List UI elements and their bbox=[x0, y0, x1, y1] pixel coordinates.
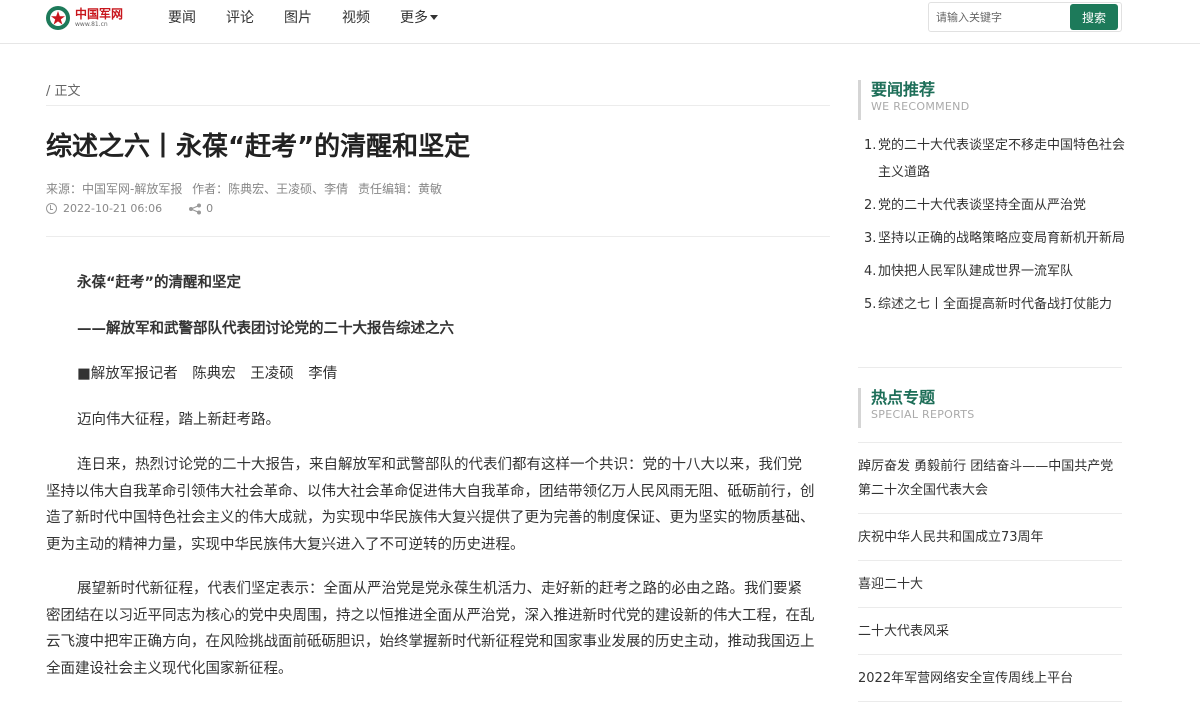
article-author: 作者：陈典宏、王凌硕、李倩 bbox=[192, 182, 349, 196]
list-item-number: 5. bbox=[864, 297, 877, 312]
divider bbox=[46, 236, 830, 237]
search-input[interactable] bbox=[929, 3, 1069, 31]
recommend-subtitle: WE RECOMMEND bbox=[871, 100, 970, 113]
article-meta-secondary: 2022-10-21 06:06 0 bbox=[46, 202, 213, 215]
special-item[interactable]: 2022年军营网络安全宣传周线上平台 bbox=[858, 655, 1122, 702]
article-date: 2022-10-21 06:06 bbox=[63, 202, 163, 215]
list-item-link[interactable]: 党的二十大代表谈坚持全面从严治党 bbox=[878, 192, 1126, 219]
top-navbar: 中国军网 www.81.cn 要闻 评论 图片 视频 更多 搜索 bbox=[0, 0, 1200, 44]
list-item[interactable]: 1. 党的二十大代表谈坚定不移走中国特色社会主义道路 bbox=[864, 132, 1126, 186]
special-item[interactable]: 二十大代表风采 bbox=[858, 608, 1122, 655]
site-logo[interactable]: 中国军网 www.81.cn bbox=[44, 4, 134, 32]
share-icon[interactable] bbox=[188, 203, 202, 215]
special-list: 踔厉奋发 勇毅前行 团结奋斗——中国共产党第二十次全国代表大会 庆祝中华人民共和… bbox=[858, 443, 1122, 702]
nav-item-comment[interactable]: 评论 bbox=[226, 7, 254, 27]
recommend-list: 1. 党的二十大代表谈坚定不移走中国特色社会主义道路 2. 党的二十大代表谈坚持… bbox=[864, 132, 1126, 324]
list-item-link[interactable]: 坚持以正确的战略策略应变局育新机开新局 bbox=[878, 225, 1126, 252]
divider bbox=[858, 367, 1122, 368]
article-paragraph: 永葆“赶考”的清醒和坚定 bbox=[77, 275, 242, 291]
list-item[interactable]: 2. 党的二十大代表谈坚持全面从严治党 bbox=[864, 192, 1126, 219]
list-item-number: 2. bbox=[864, 198, 877, 213]
article-body: 永葆“赶考”的清醒和坚定 ——解放军和武警部队代表团讨论党的二十大报告综述之六 … bbox=[46, 270, 816, 682]
special-item[interactable]: 庆祝中华人民共和国成立73周年 bbox=[858, 514, 1122, 561]
list-item-number: 4. bbox=[864, 264, 877, 279]
caret-down-icon bbox=[430, 14, 438, 20]
article-editor: 责任编辑：黄敏 bbox=[358, 182, 443, 196]
article-source: 来源：中国军网-解放军报 bbox=[46, 182, 183, 196]
search-box: 搜索 bbox=[928, 2, 1122, 32]
search-button[interactable]: 搜索 bbox=[1070, 4, 1118, 30]
nav-item-photos[interactable]: 图片 bbox=[284, 7, 312, 27]
nav-more-label: 更多 bbox=[400, 10, 428, 26]
list-item[interactable]: 5. 综述之七丨全面提高新时代备战打仗能力 bbox=[864, 291, 1126, 318]
breadcrumb: / 正文 bbox=[46, 84, 81, 99]
article-paragraph: ——解放军和武警部队代表团讨论党的二十大报告综述之六 bbox=[77, 320, 454, 337]
list-item-number: 3. bbox=[864, 231, 877, 246]
list-item-link[interactable]: 加快把人民军队建成世界一流军队 bbox=[878, 258, 1126, 285]
special-title: 热点专题 bbox=[871, 388, 936, 407]
logo-text: 中国军网 bbox=[75, 7, 124, 21]
list-item-link[interactable]: 党的二十大代表谈坚定不移走中国特色社会主义道路 bbox=[878, 132, 1126, 186]
main-nav: 要闻 评论 图片 视频 更多 bbox=[168, 0, 468, 34]
special-header: 热点专题 SPECIAL REPORTS bbox=[858, 388, 975, 428]
nav-item-more[interactable]: 更多 bbox=[400, 7, 438, 27]
divider bbox=[46, 105, 830, 106]
article-paragraph: 展望新时代新征程，代表们坚定表示：全面从严治党是党永葆生机活力、走好新的赶考之路… bbox=[46, 581, 815, 677]
article-meta: 来源：中国军网-解放军报 作者：陈典宏、王凌硕、李倩 责任编辑：黄敏 bbox=[46, 180, 448, 197]
recommend-title: 要闻推荐 bbox=[871, 80, 936, 99]
list-item-link[interactable]: 综述之七丨全面提高新时代备战打仗能力 bbox=[878, 291, 1126, 318]
nav-item-news[interactable]: 要闻 bbox=[168, 7, 196, 27]
list-item-number: 1. bbox=[864, 138, 877, 153]
logo-emblem-icon bbox=[44, 4, 72, 32]
special-subtitle: SPECIAL REPORTS bbox=[871, 408, 975, 421]
article-paragraph: 连日来，热烈讨论党的二十大报告，来自解放军和武警部队的代表们都有这样一个共识：党… bbox=[46, 457, 815, 553]
list-item[interactable]: 4. 加快把人民军队建成世界一流军队 bbox=[864, 258, 1126, 285]
article-paragraph: 迈向伟大征程，踏上新赶考路。 bbox=[77, 411, 280, 428]
nav-item-video[interactable]: 视频 bbox=[342, 7, 370, 27]
article-paragraph: ■解放军报记者 陈典宏 王凌硕 李倩 bbox=[77, 366, 338, 382]
clock-icon bbox=[46, 203, 57, 214]
special-item[interactable]: 踔厉奋发 勇毅前行 团结奋斗——中国共产党第二十次全国代表大会 bbox=[858, 443, 1122, 514]
logo-subtext: www.81.cn bbox=[75, 21, 108, 28]
share-count: 0 bbox=[206, 202, 214, 215]
recommend-header: 要闻推荐 WE RECOMMEND bbox=[858, 80, 970, 120]
article-title: 综述之六丨永葆“赶考”的清醒和坚定 bbox=[46, 132, 471, 162]
special-item[interactable]: 喜迎二十大 bbox=[858, 561, 1122, 608]
list-item[interactable]: 3. 坚持以正确的战略策略应变局育新机开新局 bbox=[864, 225, 1126, 252]
